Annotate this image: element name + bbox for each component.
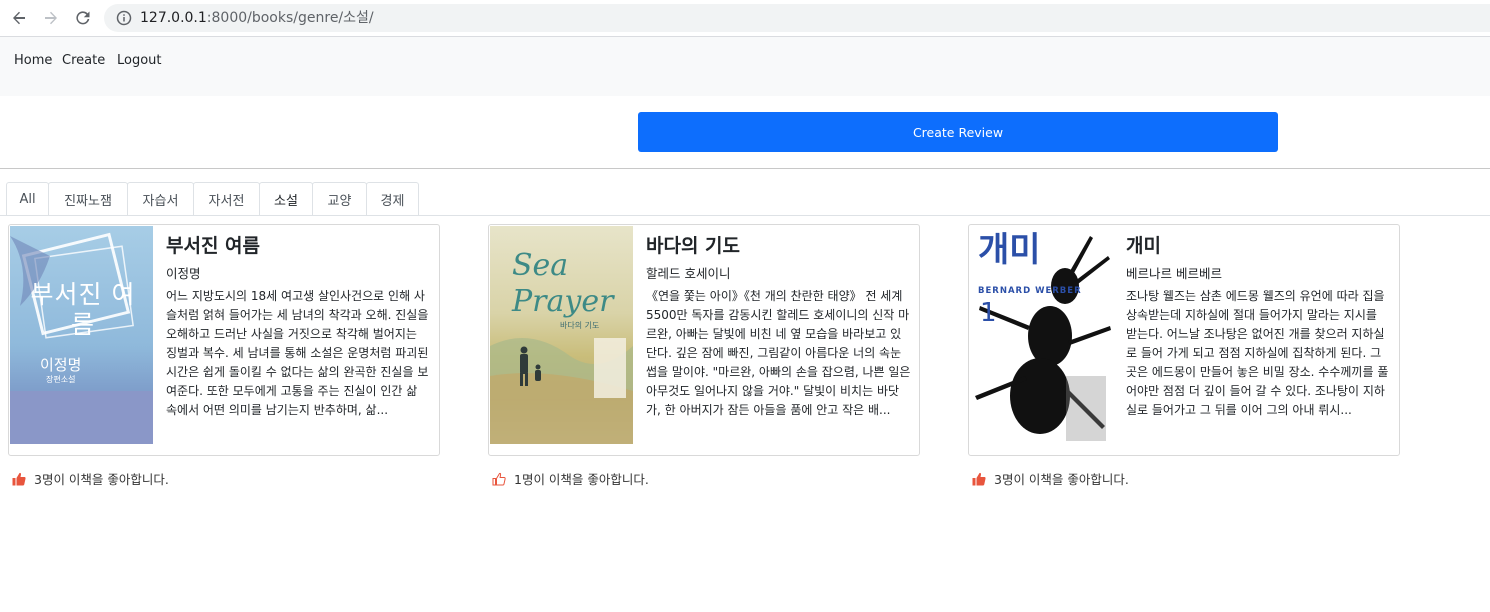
tab-boring[interactable]: 진짜노잼 — [48, 182, 128, 215]
tabs-baseline — [0, 215, 1490, 216]
site-navbar: Home Create Logout — [0, 37, 1490, 96]
tab-novel[interactable]: 소설 — [259, 182, 313, 215]
like-count-text: 3명이 이책을 좋아합니다. — [994, 472, 1129, 487]
cover-author: BERNARD WERBER — [978, 286, 1082, 296]
nav-logout-link[interactable]: Logout — [117, 53, 162, 68]
book-author: 이정명 — [166, 266, 201, 281]
tab-all[interactable]: All — [6, 182, 49, 215]
tab-workbook[interactable]: 자습서 — [127, 182, 194, 215]
cover-author: 이정명 — [40, 356, 82, 374]
cover-subtitle: 바다의 기도 — [560, 321, 600, 330]
cover-subtitle: 장편소설 — [46, 375, 76, 384]
like-info: 3명이 이책을 좋아합니다. — [12, 469, 169, 488]
thumbs-up-icon[interactable] — [972, 472, 986, 486]
cover-title: 개미 — [978, 230, 1041, 270]
tab-economics[interactable]: 경제 — [366, 182, 419, 215]
cover-title: Sea Prayer — [512, 248, 614, 319]
create-review-button[interactable]: Create Review — [638, 112, 1278, 152]
book-cover-image: 부서진 여름 이정명 장편소설 — [10, 226, 153, 444]
like-info: 1명이 이책을 좋아합니다. — [492, 469, 649, 488]
reload-icon[interactable] — [72, 7, 94, 29]
book-cover-image: 개미 BERNARD WERBER 1 — [970, 226, 1113, 444]
thumbs-up-icon[interactable] — [12, 472, 26, 486]
book-description: 조나탕 웰즈는 삼촌 에드몽 웰즈의 유언에 따라 집을 상속받는데 지하실에 … — [1126, 289, 1389, 417]
nav-home-link[interactable]: Home — [14, 53, 52, 68]
book-title[interactable]: 개미 — [1126, 233, 1391, 259]
tab-autobiography[interactable]: 자서전 — [193, 182, 260, 215]
book-title[interactable]: 바다의 기도 — [646, 233, 911, 259]
forward-icon[interactable] — [40, 7, 62, 29]
book-card[interactable]: 개미 BERNARD WERBER 1 개미 베르나르 베르베르 조나탕 웰즈는… — [968, 224, 1400, 456]
cover-number: 1 — [980, 298, 997, 328]
book-description: 어느 지방도시의 18세 여고생 살인사건으로 인해 사슬처럼 얽혀 들어가는 … — [166, 289, 429, 417]
like-count-text: 1명이 이책을 좋아합니다. — [514, 472, 649, 487]
back-icon[interactable] — [8, 7, 30, 29]
browser-toolbar: 127.0.0.1:8000/books/genre/소설/ — [0, 0, 1490, 37]
book-author: 베르나르 베르베르 — [1126, 266, 1222, 281]
divider — [0, 168, 1490, 169]
book-card[interactable]: Sea Prayer 바다의 기도 바다의 기도 할레드 호세이니 《연을 쫓는… — [488, 224, 920, 456]
tab-liberal-arts[interactable]: 교양 — [312, 182, 367, 215]
cover-title: 부서진 여름 — [30, 280, 136, 339]
book-author: 할레드 호세이니 — [646, 266, 731, 281]
book-cover-image: Sea Prayer 바다의 기도 — [490, 226, 633, 444]
like-count-text: 3명이 이책을 좋아합니다. — [34, 472, 169, 487]
book-title[interactable]: 부서진 여름 — [166, 233, 431, 259]
thumbs-up-outline-icon[interactable] — [492, 472, 506, 486]
like-info: 3명이 이책을 좋아합니다. — [972, 469, 1129, 488]
book-description: 《연을 쫓는 아이》《천 개의 찬란한 태양》 전 세계 5500만 독자를 감… — [646, 289, 911, 417]
url-text: 127.0.0.1:8000/books/genre/소설/ — [140, 10, 374, 26]
address-bar[interactable]: 127.0.0.1:8000/books/genre/소설/ — [104, 4, 1490, 32]
info-icon[interactable] — [116, 10, 132, 26]
book-card[interactable]: 부서진 여름 이정명 장편소설 부서진 여름 이정명 어느 지방도시의 18세 … — [8, 224, 440, 456]
nav-create-link[interactable]: Create — [62, 53, 105, 68]
